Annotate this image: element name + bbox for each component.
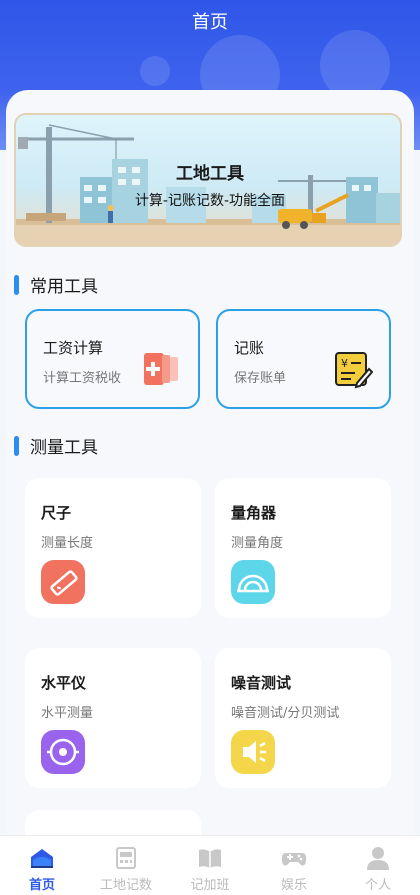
card-subtitle: 保存账单	[234, 371, 287, 386]
section-marker	[14, 274, 19, 295]
section-title: 测量工具	[30, 438, 98, 458]
card-title: 工资计算	[43, 339, 104, 357]
card-subtitle: 计算工资税收	[43, 371, 122, 386]
bookkeeping-card[interactable]: 记账 保存账单 ¥	[216, 309, 391, 409]
book-icon	[199, 849, 221, 868]
card-title: 量角器	[231, 504, 277, 522]
tab-label: 个人	[364, 878, 391, 893]
calculator-icon	[144, 353, 178, 385]
noise-icon	[231, 730, 275, 774]
protractor-icon	[231, 560, 275, 604]
card-title: 尺子	[41, 504, 72, 522]
banner[interactable]: 工地工具 计算-记账记数-功能全面	[14, 113, 402, 247]
level-icon	[41, 730, 85, 774]
ruler-icon	[41, 560, 85, 604]
protractor-card[interactable]: 量角器 测量角度	[215, 478, 391, 618]
section-title: 常用工具	[30, 277, 98, 297]
ruler-card[interactable]: 尺子 测量长度	[25, 478, 201, 618]
tab-profile[interactable]: 个人	[336, 836, 420, 895]
person-icon	[367, 847, 389, 870]
section-measure-tools: 测量工具	[14, 433, 98, 458]
section-common-tools: 常用工具	[14, 272, 98, 297]
svg-text:¥: ¥	[341, 357, 348, 370]
home-icon	[31, 849, 53, 868]
salary-calc-card[interactable]: 工资计算 计算工资税收	[25, 309, 200, 409]
section-marker	[14, 435, 19, 456]
banner-subtitle: 计算-记账记数-功能全面	[134, 193, 286, 209]
tab-site-counter[interactable]: 工地记数	[84, 836, 168, 895]
tab-overtime[interactable]: 记加班	[168, 836, 252, 895]
page-title: 首页	[192, 12, 228, 33]
tab-home[interactable]: 首页	[0, 836, 84, 895]
card-title: 水平仪	[41, 674, 87, 692]
gamepad-icon	[281, 853, 307, 866]
banner-title: 工地工具	[176, 164, 244, 184]
card-subtitle: 噪音测试/分贝测试	[231, 706, 340, 721]
card-subtitle: 测量长度	[41, 536, 94, 551]
card-subtitle: 水平测量	[41, 706, 94, 721]
tab-entertainment[interactable]: 娱乐	[252, 836, 336, 895]
bill-icon: ¥	[335, 352, 373, 389]
tab-label: 首页	[28, 878, 55, 893]
noise-card[interactable]: 噪音测试 噪音测试/分贝测试	[215, 648, 391, 788]
tab-label: 工地记数	[99, 878, 152, 893]
tab-bar: 首页 工地记数 记加班 娱乐 个人	[0, 835, 420, 895]
card-subtitle: 测量角度	[231, 536, 284, 551]
counter-icon	[116, 847, 136, 869]
tab-label: 娱乐	[280, 878, 307, 893]
card-title: 噪音测试	[231, 674, 292, 692]
level-card[interactable]: 水平仪 水平测量	[25, 648, 201, 788]
card-title: 记账	[234, 339, 265, 357]
decor-bubble	[140, 56, 170, 86]
tab-label: 记加班	[190, 878, 230, 893]
